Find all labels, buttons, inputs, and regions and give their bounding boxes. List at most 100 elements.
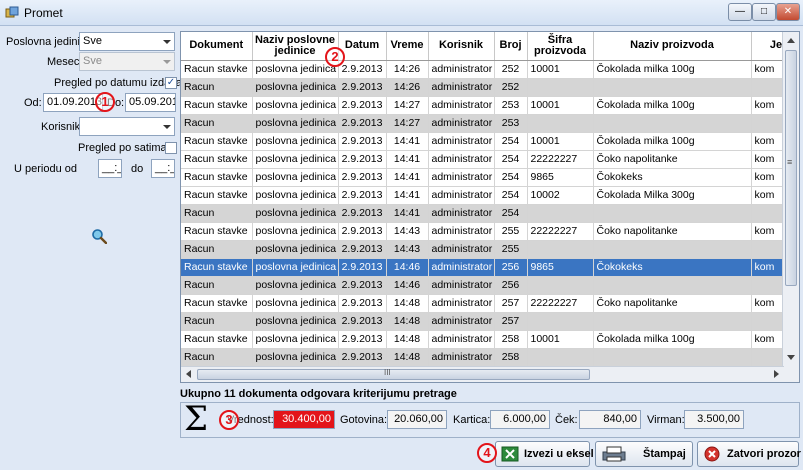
table-cell: Racun stavke: [181, 60, 253, 79]
table-cell: Racun stavke: [181, 132, 253, 151]
od-date-field[interactable]: 01.09.2013: [43, 93, 103, 112]
table-row[interactable]: Racun stavkeposlovna jedinica 12.9.20131…: [181, 222, 799, 241]
table-cell: Racun stavke: [181, 168, 253, 187]
column-header[interactable]: Šifra proizvoda: [527, 32, 594, 61]
totals-panel: Σ Vrednost: 30.400,00 Gotovina: 20.060,0…: [180, 399, 800, 439]
korisnik-select[interactable]: [79, 117, 175, 136]
scroll-grip: ≡: [787, 157, 793, 167]
table-row[interactable]: Racun stavkeposlovna jedinica 12.9.20131…: [181, 186, 799, 205]
scroll-left-icon[interactable]: [186, 370, 191, 378]
table-cell: poslovna jedinica 1: [252, 60, 339, 79]
table-row[interactable]: Racun poslovna jedinica 1 2.9.2013 14:48 adm…: [181, 312, 799, 331]
table-cell: Čokolada milka 100g: [593, 96, 752, 115]
table-cell: 2.9.2013: [338, 276, 387, 295]
kartica-label: Kartica:: [453, 414, 491, 426]
table-cell: Čokokeks: [593, 168, 752, 187]
table-cell: 252: [494, 60, 528, 79]
table-row[interactable]: Racun poslovna jedinica 1 2.9.2013 14:43 adm…: [181, 240, 799, 259]
scroll-right-icon[interactable]: [774, 370, 779, 378]
table-cell: 2.9.2013: [338, 78, 387, 97]
scroll-down-icon[interactable]: [787, 355, 795, 360]
mesec-label: Mesec:: [47, 56, 83, 68]
printer-icon: [602, 446, 626, 462]
data-grid[interactable]: Dokument Naziv poslovne jedinice Datum Vrem…: [180, 31, 800, 383]
column-header[interactable]: Broj: [494, 32, 528, 61]
export-excel-button[interactable]: Izvezi u eksel: [495, 441, 594, 467]
mesec-select[interactable]: Sve: [79, 52, 175, 71]
table-cell: poslovna jedinica 1: [252, 240, 339, 259]
table-row[interactable]: Racun stavkeposlovna jedinica 12.9.20131…: [181, 60, 799, 79]
table-cell: Racun stavke: [181, 150, 253, 169]
table-cell: Racun: [181, 276, 253, 295]
table-cell: [593, 240, 752, 259]
grid-body: Racun stavke poslovna jedinica 1 2.9.2013 1…: [181, 60, 799, 382]
table-cell: 10001: [527, 96, 594, 115]
period-to-field[interactable]: __:__: [151, 159, 175, 178]
table-cell: [593, 312, 752, 331]
horizontal-scrollbar[interactable]: III: [181, 366, 784, 382]
column-header[interactable]: Dokument: [181, 32, 253, 61]
chevron-down-icon: [163, 60, 171, 64]
table-cell: 10002: [527, 186, 594, 205]
table-cell: Racun stavke: [181, 222, 253, 241]
table-cell: administrator: [428, 150, 495, 169]
table-cell: 258: [494, 330, 528, 349]
column-header[interactable]: Naziv proizvoda: [593, 32, 752, 61]
table-row[interactable]: Racun poslovna jedinica 1 2.9.2013 14:26 adm…: [181, 78, 799, 97]
gotovina-label: Gotovina:: [340, 414, 388, 426]
close-form-button[interactable]: Zatvori prozor: [697, 441, 801, 467]
vertical-scrollbar[interactable]: ≡: [782, 32, 799, 382]
table-cell: 14:43: [386, 240, 429, 259]
do-date-field[interactable]: 05.09.2013: [125, 93, 176, 112]
pregled-sat-checkbox[interactable]: [165, 142, 177, 154]
print-button[interactable]: Štampaj: [595, 441, 693, 467]
maximize-button[interactable]: □: [752, 3, 776, 21]
table-cell: 2.9.2013: [338, 168, 387, 187]
table-row[interactable]: Racun stavkeposlovna jedinica 12.9.20131…: [181, 168, 799, 187]
period-from-field[interactable]: __:__: [98, 159, 122, 178]
table-row[interactable]: Racun poslovna jedinica 1 2.9.2013 14:48 adm…: [181, 348, 799, 367]
pregled-datum-checkbox[interactable]: ✓: [165, 77, 177, 89]
table-row[interactable]: Racun stavkeposlovna jedinica 12.9.20131…: [181, 96, 799, 115]
table-cell: 14:41: [386, 204, 429, 223]
table-cell: 14:48: [386, 348, 429, 367]
table-cell: 22222227: [527, 294, 594, 313]
table-cell: 254: [494, 150, 528, 169]
table-cell: 10001: [527, 330, 594, 349]
hscroll-grip: III: [384, 368, 391, 377]
table-cell: 254: [494, 132, 528, 151]
excel-icon: [501, 446, 519, 462]
table-row[interactable]: Racun stavkeposlovna jedinica 12.9.20131…: [181, 330, 799, 349]
table-row[interactable]: Racun poslovna jedinica 1 2.9.2013 14:46 adm…: [181, 276, 799, 295]
table-cell: 257: [494, 294, 528, 313]
search-icon[interactable]: [91, 228, 107, 244]
table-cell: Čokokeks: [593, 258, 752, 277]
table-cell: 2.9.2013: [338, 132, 387, 151]
table-row[interactable]: Racun stavkeposlovna jedinica 12.9.20131…: [181, 150, 799, 169]
column-header[interactable]: Vreme: [386, 32, 429, 61]
close-window-button[interactable]: ✕: [776, 3, 800, 21]
table-row[interactable]: Racun stavkeposlovna jedinica 12.9.20131…: [181, 132, 799, 151]
cek-value: 840,00: [579, 410, 641, 429]
table-cell: Čokolada milka 100g: [593, 60, 752, 79]
table-row[interactable]: Racun poslovna jedinica 1 2.9.2013 14:41 adm…: [181, 204, 799, 223]
table-row[interactable]: Racun stavkeposlovna jedinica 12.9.20131…: [181, 294, 799, 313]
minimize-button[interactable]: —: [728, 3, 752, 21]
sigma-icon: Σ: [184, 399, 209, 439]
table-cell: poslovna jedinica 1: [252, 348, 339, 367]
table-cell: poslovna jedinica 1: [252, 222, 339, 241]
od-label: Od:: [24, 97, 42, 109]
table-cell: administrator: [428, 204, 495, 223]
period-do-label: do: [131, 163, 144, 175]
table-cell: administrator: [428, 132, 495, 151]
column-header[interactable]: Datum: [338, 32, 387, 61]
table-cell: 22222227: [527, 150, 594, 169]
hscroll-thumb[interactable]: III: [197, 368, 590, 380]
column-header[interactable]: Korisnik: [428, 32, 495, 61]
table-row[interactable]: Racun stavkeposlovna jedinica 12.9.20131…: [181, 258, 799, 277]
scroll-up-icon[interactable]: [787, 38, 795, 43]
table-row[interactable]: Racun poslovna jedinica 1 2.9.2013 14:27 adm…: [181, 114, 799, 133]
scroll-thumb[interactable]: ≡: [785, 50, 797, 286]
table-cell: Racun stavke: [181, 330, 253, 349]
poslovna-jedinica-select[interactable]: Sve: [79, 32, 175, 51]
